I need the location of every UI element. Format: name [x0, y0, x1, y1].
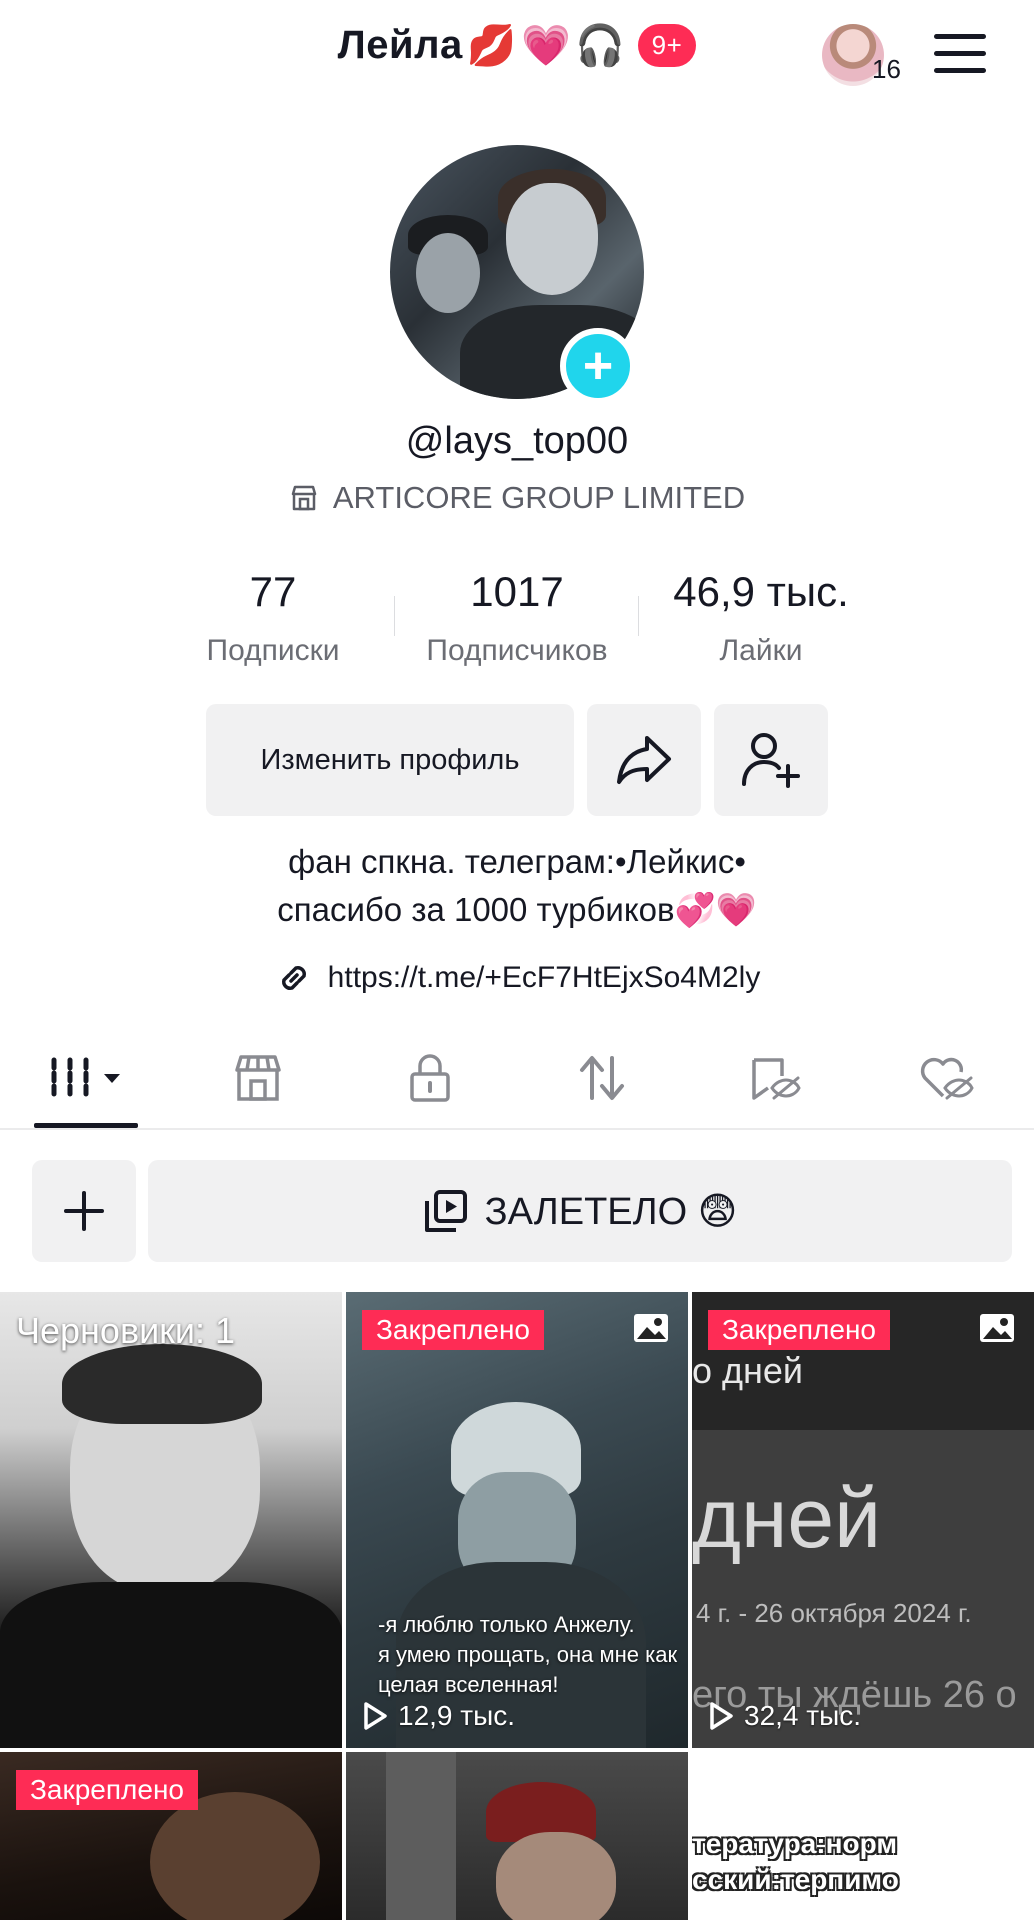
stat-following[interactable]: 77 Подписки — [151, 568, 395, 668]
name-emoji-heart: 💗 — [521, 24, 572, 68]
shop-icon — [291, 485, 317, 511]
pinned-badge: Закреплено — [708, 1310, 890, 1350]
add-friend-button[interactable] — [714, 704, 828, 816]
stat-likes-label: Лайки — [719, 634, 803, 667]
tab-reposts[interactable] — [516, 1042, 688, 1114]
video-tile-pinned-3[interactable]: Закреплено — [0, 1752, 342, 1920]
photo-icon — [980, 1314, 1014, 1342]
tab-shop[interactable] — [172, 1042, 344, 1114]
views-value: 32,4 тыс. — [744, 1700, 862, 1731]
menu-icon[interactable] — [934, 34, 986, 74]
playlist-icon — [424, 1190, 467, 1232]
stat-followers-label: Подписчиков — [426, 634, 608, 667]
name-emoji-headphones: 🎧 — [575, 24, 626, 68]
views-count: 32,4 тыс. — [708, 1700, 861, 1732]
tabs-divider — [0, 1128, 1034, 1130]
videos-grid-icon — [51, 1057, 120, 1099]
tab-private[interactable] — [344, 1042, 516, 1114]
tile-text-line-1: тература:норм — [692, 1828, 898, 1859]
video-tile-pinned-1[interactable]: Закреплено -я люблю только Анжелу. я уме… — [346, 1292, 688, 1748]
tile-caption-line-3: целая вселенная! — [378, 1672, 559, 1697]
bio-line-2: спасибо за 1000 турбиков💞💗 — [277, 891, 757, 928]
active-tab-indicator — [34, 1123, 138, 1128]
stat-likes-value: 46,9 тыс. — [673, 568, 849, 615]
tab-liked[interactable] — [860, 1042, 1032, 1114]
add-playlist-button[interactable] — [32, 1160, 136, 1262]
notification-badge[interactable]: 9+ — [637, 24, 697, 67]
video-tile-drafts[interactable]: Черновики: 1 — [0, 1292, 342, 1748]
tile-text-big: дней — [692, 1471, 882, 1565]
pinned-badge: Закреплено — [16, 1770, 198, 1810]
bio-link-text: https://t.me/+EcF7HtEjxSo4M2ly — [327, 961, 761, 994]
company-row[interactable]: ARTICORE GROUP LIMITED — [0, 480, 1034, 521]
stat-followers-value: 1017 — [470, 568, 564, 615]
tab-favorites[interactable] — [688, 1042, 860, 1114]
friends-count: 16 — [872, 54, 901, 84]
tile-text-top: о дней — [692, 1350, 804, 1391]
views-value: 12,9 тыс. — [398, 1700, 516, 1731]
tile-text-line-2: сский:терпимо — [692, 1864, 899, 1895]
tile-caption-line-1: -я люблю только Анжелу. — [378, 1612, 635, 1637]
views-count: 12,9 тыс. — [362, 1700, 515, 1732]
company-name: ARTICORE GROUP LIMITED — [332, 480, 746, 515]
photo-icon — [634, 1314, 668, 1342]
share-icon — [617, 736, 671, 784]
username: @lays_top00 — [405, 420, 629, 462]
repost-icon — [580, 1056, 624, 1100]
shop-icon — [235, 1055, 281, 1101]
tab-videos[interactable] — [0, 1042, 172, 1114]
stat-likes[interactable]: 46,9 тыс. Лайки — [639, 568, 883, 668]
play-icon — [364, 1702, 387, 1730]
link-icon — [281, 966, 306, 990]
bio-link[interactable]: https://t.me/+EcF7HtEjxSo4M2ly — [0, 958, 1034, 1006]
bookmark-hidden-icon — [752, 1058, 801, 1100]
name-emoji-lips: 💋 — [466, 24, 518, 68]
playlist-button[interactable]: ЗАЛЕТЕЛО 😨 — [148, 1160, 1012, 1262]
bio-line-1: фан спкна. телеграм:•Лейкис• — [288, 843, 746, 880]
tile-text-date: 4 г. - 26 октября 2024 г. — [696, 1598, 972, 1628]
heart-hidden-icon — [920, 1057, 974, 1100]
pinned-badge: Закреплено — [362, 1310, 544, 1350]
play-icon — [710, 1702, 733, 1730]
stat-following-value: 77 — [249, 568, 297, 615]
lock-icon — [410, 1054, 450, 1102]
add-user-icon — [742, 733, 800, 788]
bio: фан спкна. телеграм:•Лейкис• спасибо за … — [0, 838, 1034, 934]
drafts-label: Черновики: 1 — [16, 1310, 236, 1351]
video-tile-pinned-2[interactable]: Закреплено о дней дней 4 г. - 26 октября… — [692, 1292, 1034, 1748]
display-name: Лейла — [337, 23, 463, 67]
edit-profile-button[interactable]: Изменить профиль — [206, 704, 574, 816]
stat-following-label: Подписки — [206, 634, 340, 667]
share-profile-button[interactable] — [587, 704, 701, 816]
playlist-title: ЗАЛЕТЕЛО 😨 — [484, 1190, 738, 1233]
add-avatar-icon[interactable]: + — [560, 328, 636, 404]
tile-caption-line-2: я умею прощать, она мне как — [378, 1642, 678, 1667]
video-tile-6[interactable]: тература:норм сский:терпимо — [692, 1752, 1034, 1920]
plus-icon — [64, 1191, 104, 1231]
stat-followers[interactable]: 1017 Подписчиков — [395, 568, 639, 668]
video-tile-5[interactable] — [346, 1752, 688, 1920]
